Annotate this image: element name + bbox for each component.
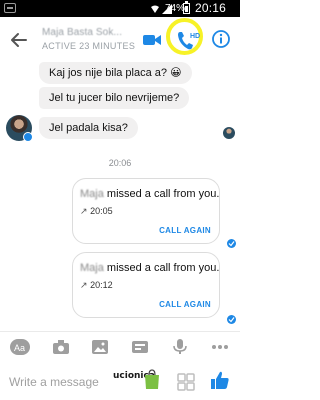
composer: ucionica [0, 361, 240, 400]
text-format-icon[interactable]: Aa [10, 339, 30, 355]
read-receipt-avatar [223, 127, 235, 139]
seen-check-icon [227, 239, 236, 248]
call-again-button[interactable]: CALL AGAIN [159, 226, 211, 235]
clock: 20:16 [195, 1, 227, 15]
back-arrow-icon[interactable] [8, 29, 30, 51]
svg-text:Aa: Aa [14, 343, 25, 353]
call-message: missed a call from you. [106, 188, 220, 200]
info-icon[interactable] [211, 29, 231, 49]
message-bubble[interactable]: Jel tu jucer bilo nevrijeme? [39, 87, 190, 109]
active-status: ACTIVE 23 MINUTES [42, 41, 136, 51]
message-list[interactable]: Kaj jos nije bila placa a? 😀 Jel tu juce… [0, 62, 240, 328]
hd-call-icon[interactable]: HD [171, 24, 203, 56]
microphone-icon[interactable] [171, 339, 189, 355]
missed-call-text: Maja missed a call from you. [80, 262, 219, 274]
outgoing-arrow-icon: ↗ [80, 206, 88, 216]
composer-toolbar: Aa [0, 331, 240, 362]
message-input[interactable] [9, 373, 109, 391]
notification-icon [4, 3, 16, 13]
camera-icon[interactable] [52, 339, 70, 355]
caller-name: Maja [80, 262, 104, 274]
svg-text:HD: HD [190, 33, 200, 40]
video-camera-icon[interactable] [142, 32, 162, 48]
gif-icon[interactable] [131, 339, 149, 355]
battery-percent: 74% [165, 3, 186, 14]
outgoing-arrow-icon: ↗ [80, 280, 88, 290]
conversation-header: Maja Basta Sok... ACTIVE 23 MINUTES HD [0, 17, 240, 63]
call-again-button[interactable]: CALL AGAIN [159, 300, 211, 309]
call-time: ↗ 20:12 [80, 280, 113, 291]
messenger-badge-icon [23, 132, 33, 142]
call-time-value: 20:05 [90, 206, 113, 216]
call-message: missed a call from you. [106, 262, 220, 274]
caller-name: Maja [80, 188, 104, 200]
wifi-icon [151, 5, 159, 13]
status-bar: 74% 20:16 [0, 0, 240, 17]
gallery-icon[interactable] [91, 339, 109, 355]
time-divider: 20:06 [108, 158, 132, 168]
contact-name[interactable]: Maja Basta Sok... [42, 27, 122, 38]
battery-icon [183, 1, 190, 14]
seen-check-icon [227, 315, 236, 324]
watermark-bag-icon [145, 369, 159, 389]
thumbs-up-icon[interactable] [210, 370, 230, 390]
missed-call-text: Maja missed a call from you. [80, 188, 219, 200]
sticker-icon[interactable] [177, 373, 195, 391]
message-bubble[interactable]: Kaj jos nije bila placa a? 😀 [39, 62, 192, 84]
call-time-value: 20:12 [90, 280, 113, 290]
more-icon[interactable] [211, 339, 229, 355]
call-time: ↗ 20:05 [80, 206, 113, 217]
missed-call-card[interactable]: Maja missed a call from you. ↗ 20:05 CAL… [72, 178, 220, 244]
message-bubble[interactable]: Jel padala kisa? [39, 117, 138, 139]
contact-avatar[interactable] [6, 115, 33, 142]
missed-call-card[interactable]: Maja missed a call from you. ↗ 20:12 CAL… [72, 252, 220, 318]
